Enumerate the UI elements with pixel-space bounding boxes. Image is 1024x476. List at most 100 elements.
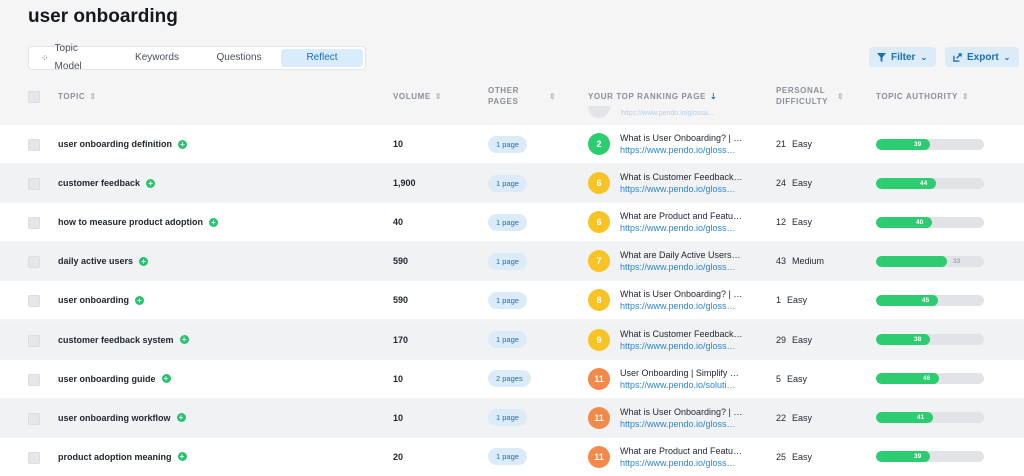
table-row[interactable]: customer feedback system + 170 1 page 9 … — [0, 320, 1024, 359]
filter-label: Filter — [891, 51, 916, 63]
authority-cell: 33 — [876, 242, 984, 280]
sort-icon: ⇕ — [961, 92, 970, 101]
authority-cell: 41 — [876, 399, 984, 437]
other-pages-badge[interactable]: 1 page — [488, 448, 527, 466]
page-url-link[interactable]: https://www.pendo.io/gloss… — [620, 301, 748, 311]
col-other-pages[interactable]: OTHER PAGES — [488, 86, 519, 106]
other-pages-badge[interactable]: 1 page — [488, 135, 527, 153]
table-row[interactable]: how to measure product adoption + 40 1 p… — [0, 203, 1024, 242]
other-pages-badge[interactable]: 1 page — [488, 331, 527, 348]
table-row[interactable]: user onboarding definition + 10 1 page 2… — [0, 125, 1024, 163]
other-pages-cell: 1 page — [488, 399, 527, 437]
page-url-link[interactable]: https://www.pendo.io/gloss… — [620, 184, 748, 194]
row-checkbox[interactable] — [28, 295, 40, 308]
authority-value: 39 — [914, 453, 922, 461]
row-checkbox[interactable] — [28, 217, 40, 230]
add-icon[interactable]: + — [179, 335, 189, 344]
col-topic-authority[interactable]: TOPIC AUTHORITY ⇕ — [876, 92, 969, 101]
tab-keywords[interactable]: Keywords — [117, 49, 197, 67]
table-row[interactable]: user onboarding guide + 10 2 pages 11 Us… — [0, 359, 1024, 398]
top-ranking-cell: 6 What are Product and Featu… https://ww… — [588, 203, 748, 241]
page-url-link[interactable]: https://www.pendo.io/gloss… — [620, 145, 748, 155]
chevron-down-icon: ⌄ — [1003, 52, 1011, 62]
page-title-text: What is User Onboarding? | … — [620, 289, 743, 300]
table-row[interactable]: daily active users + 590 1 page 7 What a… — [0, 242, 1024, 281]
difficulty-cell: 29 Easy — [776, 321, 812, 359]
row-checkbox[interactable] — [28, 412, 40, 425]
col-difficulty-label: DIFFICULTY — [776, 97, 829, 106]
tab-questions[interactable]: Questions — [197, 49, 281, 67]
topic-cell[interactable]: user onboarding + — [58, 281, 145, 319]
difficulty-label: Easy — [792, 139, 813, 149]
other-pages-cell: 1 page — [488, 438, 527, 476]
sort-icon[interactable]: ⇕ — [837, 92, 844, 101]
filter-button[interactable]: Filter ⌄ — [869, 47, 936, 67]
topic-cell[interactable]: user onboarding definition + — [58, 125, 187, 163]
col-volume[interactable]: VOLUME ⇕ — [393, 92, 442, 101]
col-difficulty[interactable]: PERSONAL DIFFICULTY — [776, 86, 828, 106]
difficulty-value: 24 — [776, 178, 787, 189]
topic-cell[interactable]: customer feedback + — [58, 164, 156, 202]
authority-cell: 39 — [876, 125, 984, 163]
volume-value: 10 — [393, 139, 404, 149]
col-topic[interactable]: TOPIC ⇕ — [58, 92, 97, 101]
tab-topic-model[interactable]: ⁘ Topic Model — [31, 43, 117, 72]
other-pages-badge[interactable]: 1 page — [488, 213, 527, 231]
row-checkbox[interactable] — [28, 139, 40, 151]
other-pages-badge[interactable]: 1 page — [488, 409, 527, 427]
table-row[interactable]: user onboarding + 590 1 page 8 What is U… — [0, 281, 1024, 320]
page-url-link[interactable]: https://www.pendo.io/gloss… — [620, 262, 748, 272]
volume-value: 1,900 — [393, 178, 416, 189]
other-pages-badge[interactable]: 1 page — [488, 291, 527, 309]
topic-cell[interactable]: daily active users + — [58, 242, 149, 280]
topic-cell[interactable]: user onboarding guide + — [58, 360, 171, 398]
other-pages-badge[interactable]: 1 page — [488, 252, 527, 270]
page-url-link[interactable]: https://www.pendo.io/soluti… — [620, 380, 748, 390]
topic-cell[interactable]: product adoption meaning + — [58, 438, 187, 476]
row-checkbox[interactable] — [28, 256, 40, 269]
difficulty-cell: 22 Easy — [776, 399, 812, 437]
page-url-link[interactable]: https://www.pendo.io/gloss… — [620, 458, 748, 468]
authority-bar: 39 — [876, 138, 984, 150]
topic-cell[interactable]: user onboarding workflow + — [58, 399, 186, 437]
page-url-link[interactable]: https://www.pendo.io/gloss… — [620, 223, 748, 233]
page-url[interactable]: https://www.pendo.io/glossa... — [621, 110, 714, 117]
row-checkbox[interactable] — [28, 334, 40, 347]
authority-bar: 46 — [876, 373, 984, 385]
tab-reflect[interactable]: Reflect — [281, 49, 363, 67]
table-row[interactable]: product adoption meaning + 20 1 page 11 … — [0, 437, 1024, 476]
other-pages-badge[interactable]: 2 pages — [488, 370, 531, 388]
export-icon — [953, 52, 962, 62]
add-icon[interactable]: + — [135, 295, 145, 305]
other-pages-cell: 1 page — [488, 203, 527, 241]
add-icon[interactable]: + — [209, 217, 219, 227]
page-url-link[interactable]: https://www.pendo.io/gloss… — [620, 419, 748, 429]
select-all-checkbox[interactable] — [28, 91, 40, 103]
add-icon[interactable]: + — [139, 256, 149, 266]
add-icon[interactable]: + — [176, 413, 186, 423]
row-checkbox[interactable] — [28, 178, 40, 191]
other-pages-badge[interactable]: 1 page — [488, 174, 527, 192]
authority-cell: 44 — [876, 164, 984, 202]
sort-icon[interactable]: ⇕ — [549, 92, 556, 101]
top-ranking-cell: 7 What are Daily Active Users… https://w… — [588, 242, 748, 280]
topic-cell[interactable]: how to measure product adoption + — [58, 203, 219, 241]
rank-badge: 11 — [588, 445, 610, 468]
add-icon[interactable]: + — [146, 178, 156, 188]
col-top-ranking-page[interactable]: YOUR TOP RANKING PAGE ⇣ — [588, 92, 717, 101]
col-topic-label: TOPIC — [58, 92, 86, 101]
topic-label: user onboarding guide — [58, 373, 156, 384]
rank-badge: 2 — [588, 133, 610, 155]
row-checkbox[interactable] — [28, 451, 40, 464]
page-url-link[interactable]: https://www.pendo.io/gloss… — [620, 341, 748, 351]
table-row[interactable]: user onboarding workflow + 10 1 page 11 … — [0, 398, 1024, 437]
export-button[interactable]: Export ⌄ — [945, 47, 1019, 67]
row-checkbox[interactable] — [28, 373, 40, 386]
add-icon[interactable]: + — [178, 139, 187, 149]
add-icon[interactable]: + — [177, 452, 187, 462]
topic-cell[interactable]: customer feedback system + — [58, 321, 189, 359]
volume-value: 10 — [393, 412, 404, 423]
authority-value: 33 — [953, 257, 961, 265]
table-row[interactable]: customer feedback + 1,900 1 page 6 What … — [0, 164, 1024, 203]
add-icon[interactable]: + — [161, 374, 171, 384]
